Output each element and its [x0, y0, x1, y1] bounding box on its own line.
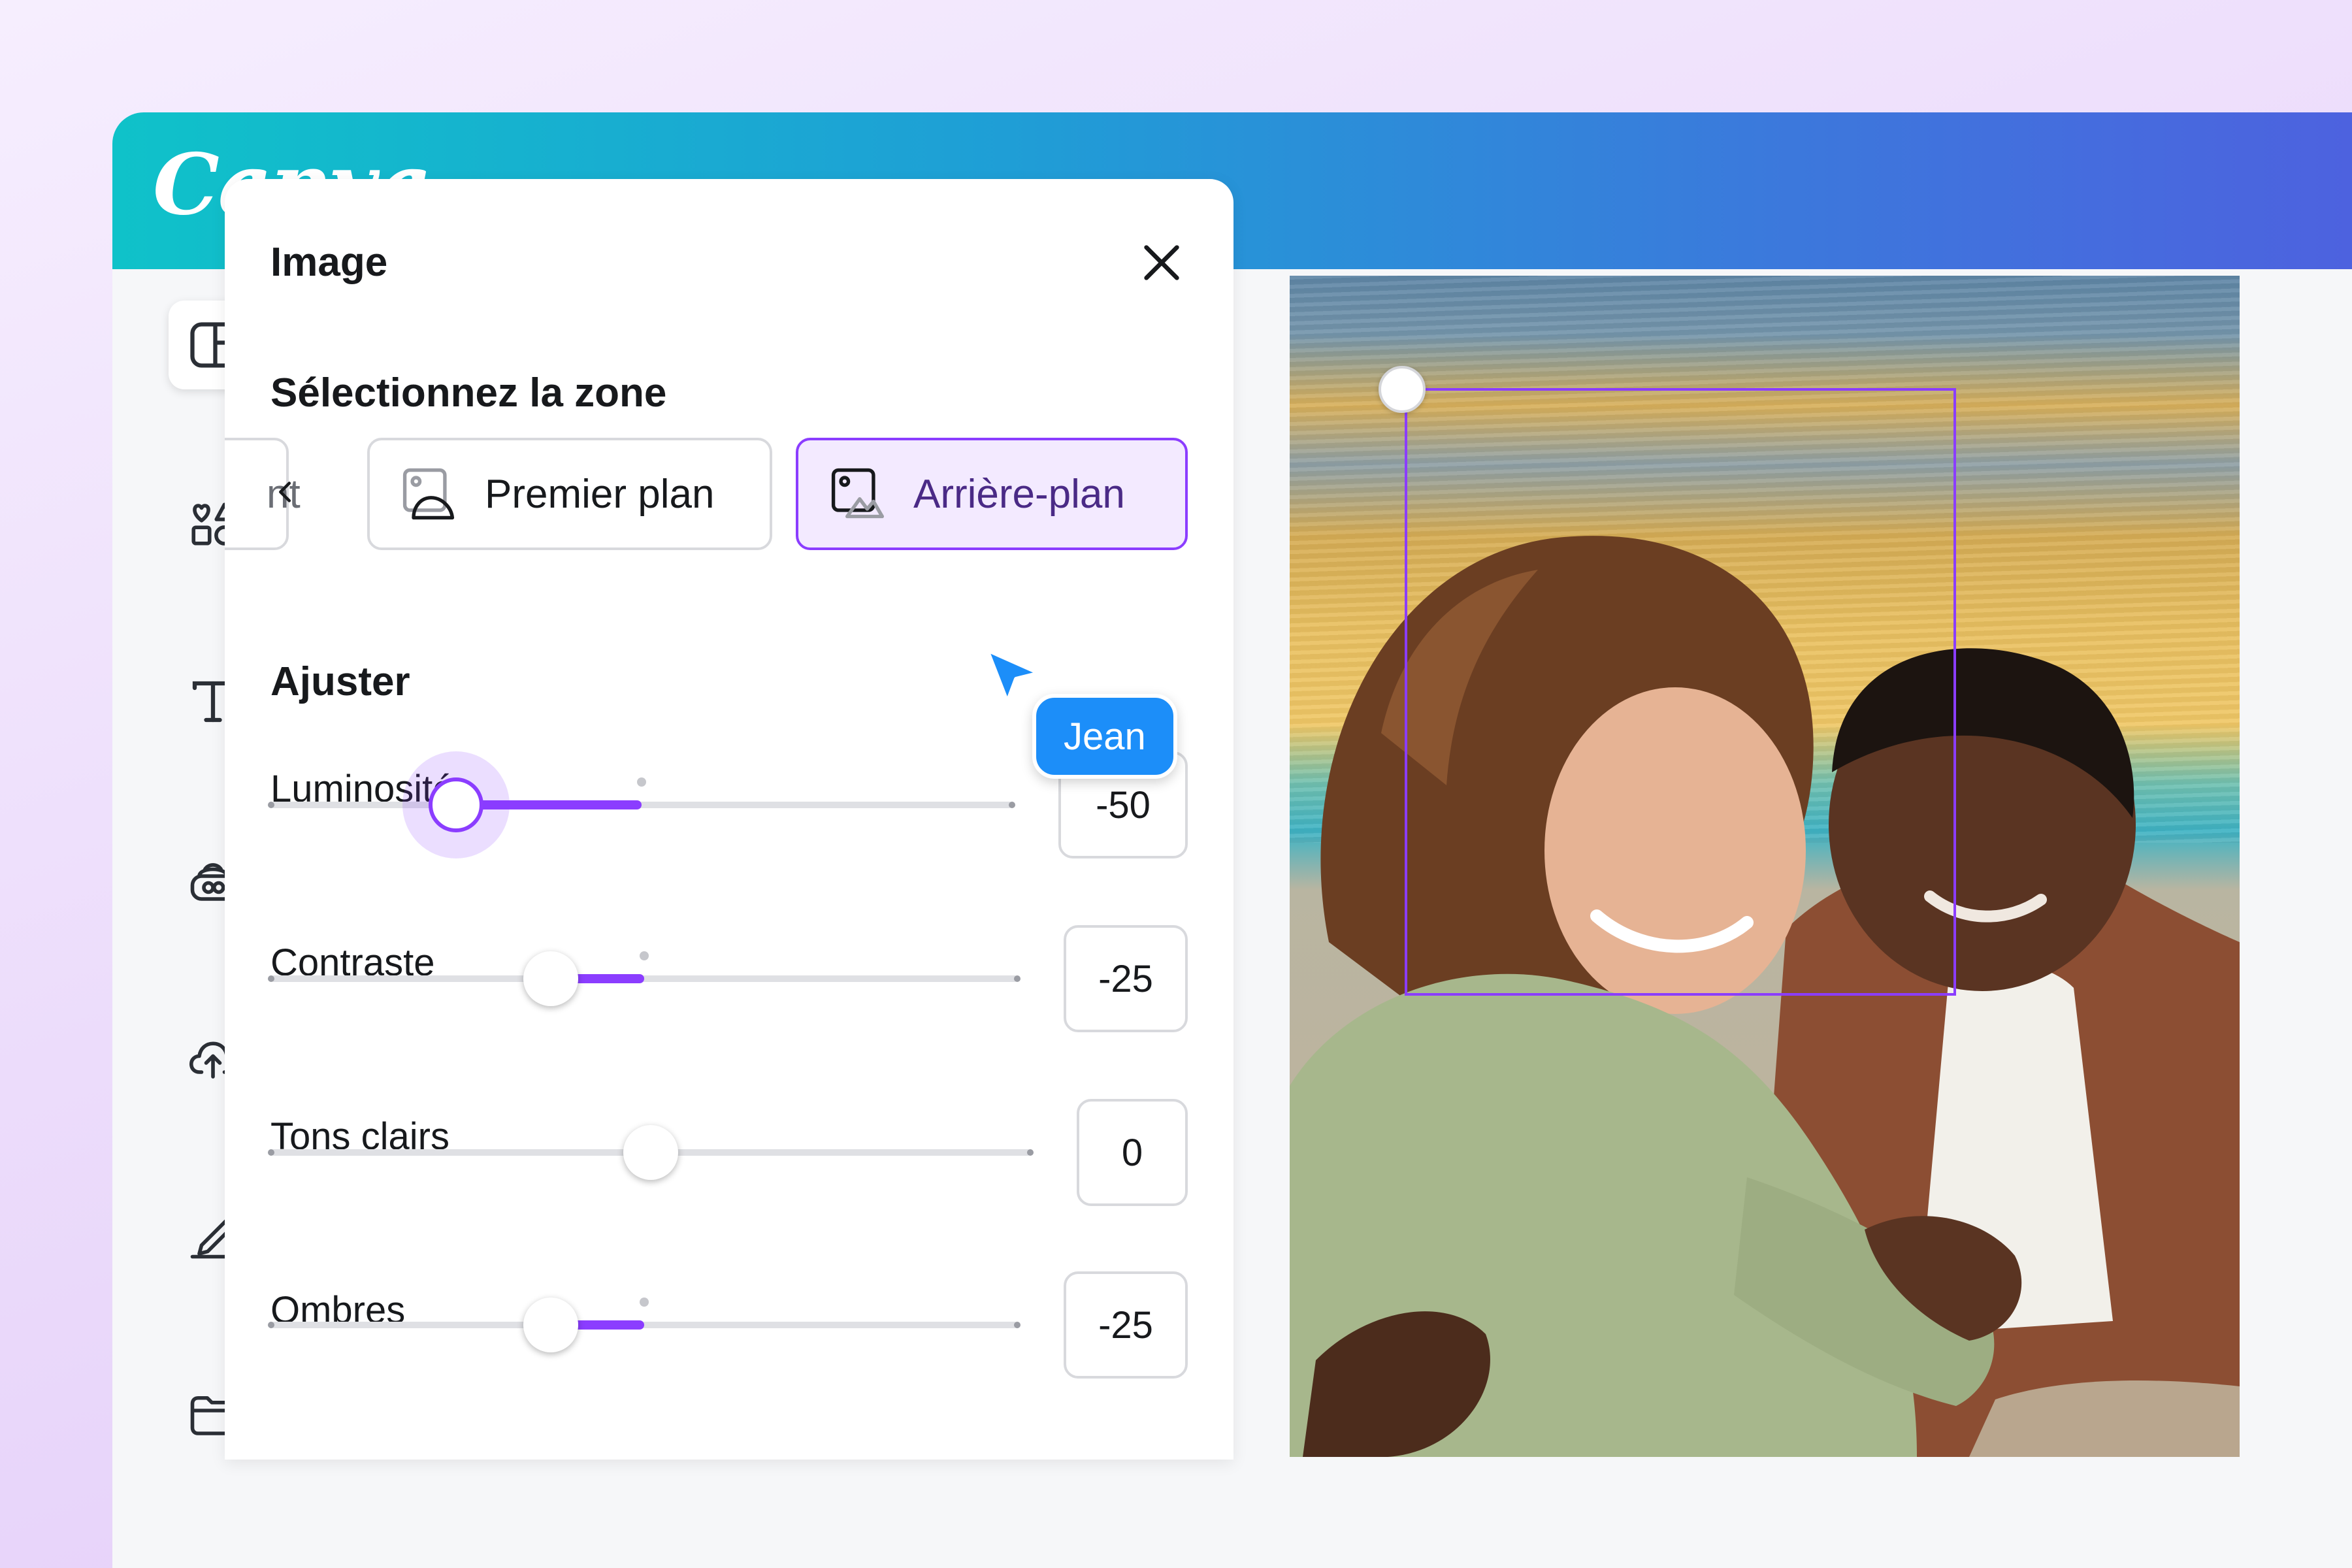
- slider-track-contraste[interactable]: [270, 975, 1018, 982]
- slider-track-luminosite[interactable]: [270, 802, 1013, 808]
- zone-section-title: Sélectionnez la zone: [270, 370, 667, 416]
- slider-fill-luminosite: [456, 800, 642, 809]
- rotate-handle[interactable]: [1379, 366, 1426, 413]
- slider-center-mark: [637, 777, 646, 787]
- zone-chip-row: nt Premier plan Arrière-plan: [225, 438, 1233, 555]
- track-start-dot: [268, 975, 274, 982]
- slider-value-ombres[interactable]: -25: [1064, 1271, 1188, 1379]
- adjust-section-title: Ajuster: [270, 659, 410, 704]
- slider-value-contraste[interactable]: -25: [1064, 925, 1188, 1032]
- slider-value-tons-clairs[interactable]: 0: [1077, 1099, 1188, 1206]
- slider-center-mark: [640, 951, 649, 960]
- track-end-dot: [1014, 975, 1021, 982]
- slider-thumb-ombres[interactable]: [523, 1298, 578, 1352]
- track-start-dot: [268, 1322, 274, 1328]
- chip-arriere-plan[interactable]: Arrière-plan: [796, 438, 1188, 550]
- collaborator-name-tag: Jean: [1032, 694, 1177, 779]
- close-icon[interactable]: [1135, 237, 1188, 289]
- track-end-dot: [1009, 802, 1015, 808]
- track-start-dot: [268, 802, 274, 808]
- slider-track-ombres[interactable]: [270, 1322, 1018, 1328]
- track-end-dot: [1014, 1322, 1021, 1328]
- chevron-left-icon[interactable]: [270, 477, 301, 507]
- slider-thumb-tons-clairs[interactable]: [623, 1125, 678, 1180]
- slider-center-mark: [640, 1298, 649, 1307]
- track-end-dot: [1027, 1149, 1034, 1156]
- selection-outline: [1405, 388, 1956, 996]
- panel-title: Image: [270, 240, 388, 285]
- background-icon: [831, 468, 885, 519]
- slider-thumb-luminosite[interactable]: [429, 777, 483, 832]
- track-start-dot: [268, 1149, 274, 1156]
- foreground-icon: [402, 468, 455, 520]
- image-adjust-panel: Image Sélectionnez la zone nt Premier pl…: [225, 179, 1233, 1460]
- chip-premier-plan[interactable]: Premier plan: [367, 438, 772, 550]
- slider-thumb-contraste[interactable]: [523, 951, 578, 1006]
